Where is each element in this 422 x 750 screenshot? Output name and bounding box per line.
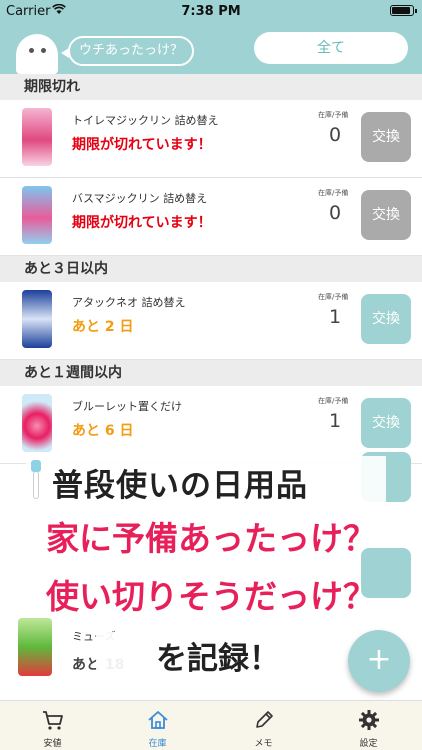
add-item-button[interactable]: + <box>348 630 410 692</box>
product-name: ブルーレット置くだけ <box>72 400 182 413</box>
section-header-3days: あと３日以内 <box>0 256 422 282</box>
stock-count: 1 <box>328 306 342 328</box>
list-item[interactable]: トイレマジックリン 詰め替え 期限が切れています！ 在庫/予備 0 交換 <box>0 100 422 178</box>
speech-bubble: ウチあったっけ？ <box>61 36 194 66</box>
mascot-icon <box>16 34 58 74</box>
swap-button[interactable]: 交換 <box>361 294 411 344</box>
section-header-1week: あと１週間以内 <box>0 360 422 386</box>
cart-icon <box>42 709 64 731</box>
tab-label: 在庫 <box>148 739 167 749</box>
product-image <box>22 290 52 348</box>
tab-label: メモ <box>254 739 273 749</box>
stock-count: 0 <box>328 124 342 146</box>
product-image <box>22 108 52 166</box>
product-name: アタックネオ 詰め替え <box>72 296 186 309</box>
tab-label: 安値 <box>43 739 62 749</box>
stock-label: 在庫/予備 <box>318 293 349 301</box>
product-name: トイレマジックリン 詰め替え <box>72 114 219 127</box>
swap-button[interactable]: 交換 <box>361 190 411 240</box>
tab-cheap[interactable]: 安値 <box>0 701 105 750</box>
battery-icon <box>390 5 417 16</box>
gear-icon <box>358 709 380 731</box>
app-screen: { "status_bar": { "carrier": "Carrier", … <box>0 0 422 750</box>
promo-line-2: 家に予備あったっけ？ <box>46 519 376 558</box>
swap-button[interactable]: 交換 <box>361 398 411 448</box>
status-bar: Carrier 7:38 PM <box>0 0 422 22</box>
product-name: バスマジックリン 詰め替え <box>72 192 208 205</box>
inventory-list: 期限切れ トイレマジックリン 詰め替え 期限が切れています！ 在庫/予備 0 交… <box>0 74 422 464</box>
expiry-status: 期限が切れています！ <box>72 137 212 153</box>
stock-count: 1 <box>328 410 342 432</box>
list-item[interactable]: アタックネオ 詰め替え あと 2 日 在庫/予備 1 交換 <box>0 282 422 360</box>
stock-count: 0 <box>328 202 342 224</box>
stock-label: 在庫/予備 <box>318 111 349 119</box>
stock-label: 在庫/予備 <box>318 397 349 405</box>
tab-label: 設定 <box>359 739 378 749</box>
tab-memo[interactable]: メモ <box>211 701 316 750</box>
tab-stock[interactable]: 在庫 <box>105 701 210 750</box>
promo-line-3: 使い切りそうだっけ？ <box>46 577 376 616</box>
clock: 7:38 PM <box>181 4 241 19</box>
app-header: ウチあったっけ？ 全て <box>0 22 422 74</box>
promo-line-4: を記録！ <box>96 632 340 686</box>
filter-button[interactable]: 全て <box>254 32 408 64</box>
section-header-expired: 期限切れ <box>0 74 422 100</box>
expiry-status: あと 6 日 <box>72 423 134 439</box>
pencil-icon <box>253 709 275 731</box>
list-item[interactable]: バスマジックリン 詰め替え 期限が切れています！ 在庫/予備 0 交換 <box>0 178 422 256</box>
expiry-status: あと 2 日 <box>72 319 134 335</box>
list-item[interactable]: ブルーレット置くだけ あと 6 日 在庫/予備 1 交換 <box>0 386 422 464</box>
tab-settings[interactable]: 設定 <box>316 701 421 750</box>
home-icon <box>147 709 169 731</box>
stock-label: 在庫/予備 <box>318 189 349 197</box>
product-image <box>22 186 52 244</box>
expiry-status: 期限が切れています！ <box>72 215 212 231</box>
product-image <box>22 394 52 452</box>
tab-bar: 安値 在庫 メモ 設定 <box>0 700 422 750</box>
swap-button[interactable]: 交換 <box>361 112 411 162</box>
product-image <box>18 618 52 676</box>
toothbrush-icon <box>30 460 42 499</box>
promo-line-1: 普段使いの日用品 <box>0 456 422 504</box>
